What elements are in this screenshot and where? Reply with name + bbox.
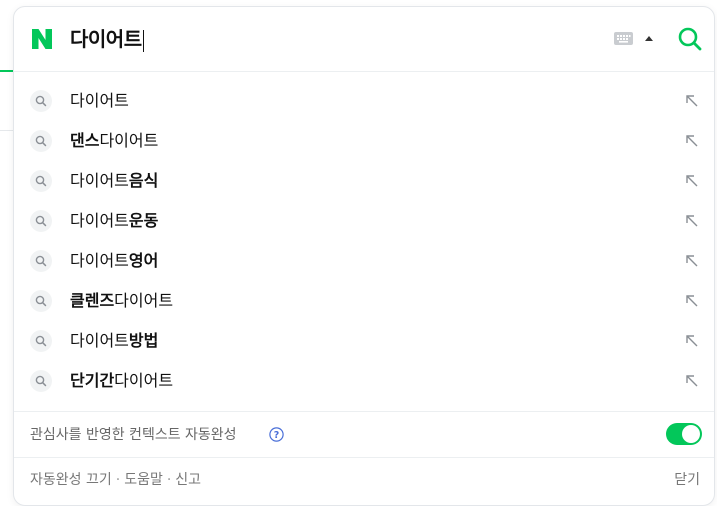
arrow-up-left-icon[interactable] <box>684 253 700 269</box>
suggestion-highlight: 댄스 <box>70 131 100 150</box>
search-icon <box>30 130 52 152</box>
suggestion-list: 다이어트 댄스다이어트 다이어트음식 다이어트운동 다이어트영어 클렌즈다이어트 다이어트방… <box>14 82 714 402</box>
suggestion-item[interactable]: 클렌즈다이어트 <box>14 282 714 322</box>
autocomplete-panel: 다이어트 다이어트 댄스다이어트 다이어트음식 다이어트운동 다이어트영어 클렌즈다이어트… <box>13 6 715 506</box>
footer-links: 자동완성 끄기 · 도움말 · 신고 <box>30 470 201 490</box>
arrow-up-left-icon[interactable] <box>684 373 700 389</box>
close-button[interactable]: 닫기 <box>674 470 700 490</box>
arrow-up-left-icon[interactable] <box>684 173 700 189</box>
arrow-up-left-icon[interactable] <box>684 93 700 109</box>
suggestion-text: 클렌즈다이어트 <box>70 290 173 312</box>
suggestion-prefix: 다이어트 <box>70 251 129 270</box>
suggestion-text: 다이어트영어 <box>70 250 158 272</box>
suggestion-suffix: 다이어트 <box>99 131 159 150</box>
separator: · <box>166 472 172 488</box>
background-divider <box>0 130 13 131</box>
search-input[interactable]: 다이어트 <box>70 23 144 55</box>
suggestion-item[interactable]: 다이어트운동 <box>14 202 714 242</box>
text-caret <box>142 29 144 52</box>
suggestion-text: 다이어트 <box>70 90 129 112</box>
suggestion-item[interactable]: 다이어트방법 <box>14 322 714 362</box>
suggestion-suffix: 다이어트 <box>70 91 129 110</box>
arrow-up-left-icon[interactable] <box>684 213 700 229</box>
suggestion-item[interactable]: 다이어트음식 <box>14 162 714 202</box>
chevron-up-icon[interactable] <box>645 36 653 41</box>
search-icon <box>30 90 52 112</box>
search-icon[interactable] <box>676 25 704 53</box>
arrow-up-left-icon[interactable] <box>684 293 700 309</box>
context-autocomplete-toggle[interactable] <box>666 423 702 445</box>
footer: 자동완성 끄기 · 도움말 · 신고 닫기 <box>14 458 714 502</box>
naver-logo-icon[interactable] <box>30 27 54 51</box>
suggestion-text: 단기간다이어트 <box>70 370 173 392</box>
suggestion-highlight: 음식 <box>128 171 159 190</box>
autocomplete-off-link[interactable]: 자동완성 끄기 <box>30 472 112 488</box>
suggestion-item[interactable]: 댄스다이어트 <box>14 122 714 162</box>
search-icon <box>30 210 52 232</box>
suggestion-item[interactable]: 단기간다이어트 <box>14 362 714 402</box>
suggestion-text: 댄스다이어트 <box>70 130 158 152</box>
search-bar: 다이어트 <box>14 7 714 71</box>
separator: · <box>115 472 121 488</box>
suggestion-text: 다이어트운동 <box>70 210 158 232</box>
context-autocomplete-row: 관심사를 반영한 컨텍스트 자동완성 ? <box>14 412 714 457</box>
suggestion-highlight: 운동 <box>128 211 159 230</box>
arrow-up-left-icon[interactable] <box>684 333 700 349</box>
suggestion-highlight: 방법 <box>128 331 159 350</box>
search-icon <box>30 290 52 312</box>
report-link[interactable]: 신고 <box>175 472 201 488</box>
question-icon[interactable]: ? <box>269 427 284 442</box>
arrow-up-left-icon[interactable] <box>684 133 700 149</box>
search-query-text: 다이어트 <box>70 27 142 51</box>
suggestion-text: 다이어트방법 <box>70 330 158 352</box>
suggestion-highlight: 단기간 <box>70 371 115 390</box>
help-link[interactable]: 도움말 <box>124 472 163 488</box>
suggestion-prefix: 다이어트 <box>70 171 129 190</box>
search-icon <box>30 170 52 192</box>
search-icon <box>30 250 52 272</box>
suggestion-highlight: 클렌즈 <box>70 291 115 310</box>
search-icon <box>30 330 52 352</box>
context-autocomplete-label: 관심사를 반영한 컨텍스트 자동완성 <box>30 427 237 443</box>
suggestion-item[interactable]: 다이어트 <box>14 82 714 122</box>
background-tab-indicator <box>0 70 13 72</box>
suggestion-prefix: 다이어트 <box>70 211 129 230</box>
search-icon <box>30 370 52 392</box>
suggestion-suffix: 다이어트 <box>114 371 174 390</box>
suggestion-prefix: 다이어트 <box>70 331 129 350</box>
divider <box>14 71 714 72</box>
keyboard-icon[interactable] <box>614 32 633 45</box>
suggestion-suffix: 다이어트 <box>114 291 174 310</box>
suggestion-item[interactable]: 다이어트영어 <box>14 242 714 282</box>
svg-text:?: ? <box>274 430 280 441</box>
suggestion-highlight: 영어 <box>128 251 159 270</box>
toggle-knob <box>682 425 700 443</box>
suggestion-text: 다이어트음식 <box>70 170 158 192</box>
